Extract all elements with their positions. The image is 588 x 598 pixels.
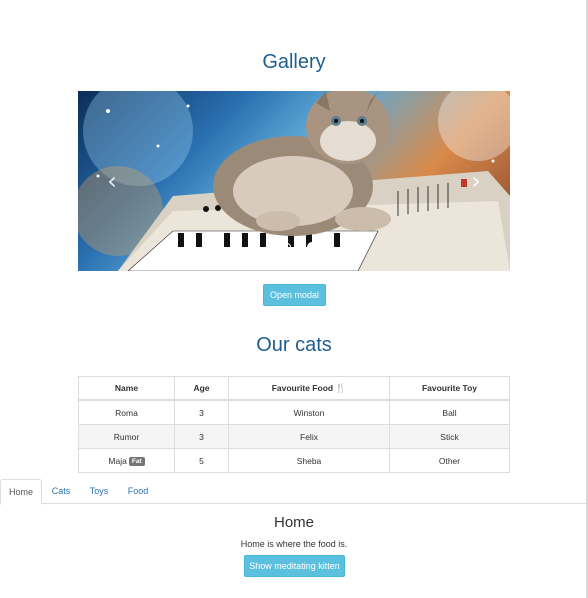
- cutlery-icon: 🍴: [335, 383, 347, 394]
- cat-toy: Other: [389, 448, 510, 473]
- column-header-name: Name: [78, 376, 175, 401]
- cat-food: Sheba: [228, 448, 390, 473]
- carousel-indicator[interactable]: [271, 243, 279, 251]
- carousel-prev-button[interactable]: ‹: [102, 169, 122, 193]
- table-row: Roma 3 Winston Ball: [78, 399, 510, 425]
- column-header-toy: Favourite Toy: [389, 376, 510, 401]
- column-header-age: Age: [174, 376, 229, 401]
- table-header-row: Name Age Favourite Food 🍴 Favourite Toy: [78, 376, 510, 401]
- column-header-food: Favourite Food 🍴: [228, 376, 390, 401]
- cat-toy: Stick: [389, 424, 510, 449]
- home-heading: Home: [273, 514, 314, 531]
- tab-bar: Home Cats Toys Food: [0, 479, 586, 505]
- tab-home[interactable]: Home: [0, 479, 42, 505]
- cat-age: 3: [174, 399, 229, 425]
- open-modal-button[interactable]: Open modal: [263, 284, 326, 306]
- cat-food: Winston: [228, 399, 390, 425]
- cat-food: Felix: [228, 424, 390, 449]
- cat-age: 5: [174, 448, 229, 473]
- cat-name-cell: Maja Fat: [78, 448, 175, 473]
- carousel-next-button[interactable]: ›: [466, 169, 486, 193]
- cat-age: 3: [174, 424, 229, 449]
- tab-cats[interactable]: Cats: [47, 479, 75, 503]
- image-carousel[interactable]: ‹ ›: [78, 91, 510, 271]
- carousel-indicator-active[interactable]: [307, 242, 317, 252]
- cats-table: Name Age Favourite Food 🍴 Favourite Toy R…: [78, 376, 510, 473]
- carousel-indicators: [78, 242, 510, 252]
- tab-toys[interactable]: Toys: [85, 479, 113, 503]
- cat-name: Roma: [78, 399, 175, 425]
- gallery-title: Gallery: [262, 51, 326, 73]
- table-row: Rumor 3 Felix Stick: [78, 424, 510, 449]
- show-meditating-kitten-button[interactable]: Show meditating kitten: [244, 555, 345, 577]
- fat-badge: Fat: [128, 456, 145, 466]
- tab-food[interactable]: Food: [123, 479, 153, 503]
- home-text: Home is where the food is.: [240, 539, 348, 549]
- table-row: Maja Fat 5 Sheba Other: [78, 448, 510, 473]
- cats-title: Our cats: [256, 334, 332, 356]
- column-header-food-label: Favourite Food: [271, 382, 334, 393]
- cat-name: Maja: [108, 455, 127, 466]
- carousel-indicator[interactable]: [295, 243, 303, 251]
- cat-toy: Ball: [389, 399, 510, 425]
- cat-name: Rumor: [78, 424, 175, 449]
- carousel-indicator[interactable]: [283, 243, 291, 251]
